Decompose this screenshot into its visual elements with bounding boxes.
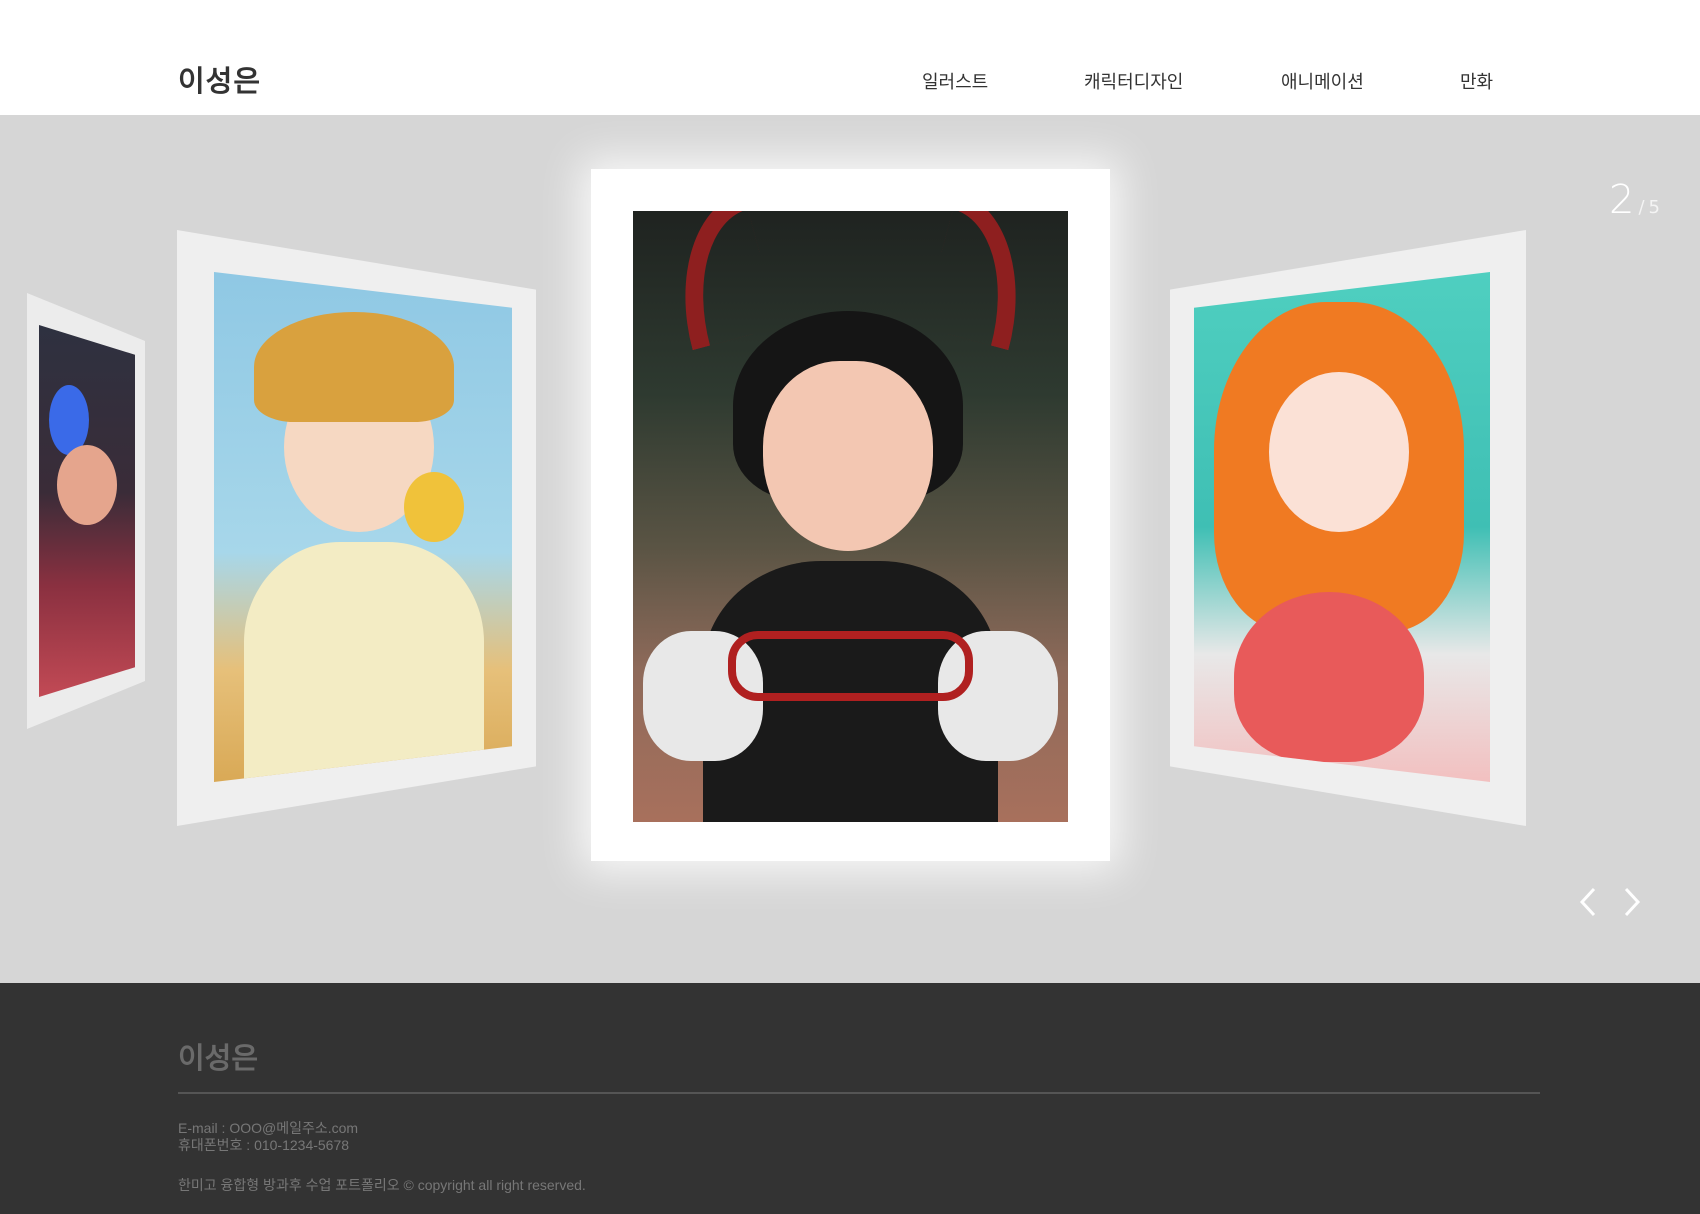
face-shape	[763, 361, 933, 551]
horn-shape	[921, 211, 1045, 351]
face-shape	[1269, 372, 1409, 532]
slide-current: 2	[1609, 177, 1635, 223]
site-footer: 이성은 E-mail : OOO@메일주소.com 휴대폰번호 : 010-12…	[0, 983, 1700, 1214]
chevron-left-icon[interactable]	[1576, 885, 1600, 919]
footer-phone: 휴대폰번호 : 010-1234-5678	[178, 1137, 350, 1153]
gallery-slide-right[interactable]	[1170, 230, 1526, 826]
artwork-image	[214, 272, 512, 782]
octopus-shape	[1234, 592, 1424, 762]
site-header: 이성은 일러스트 캐릭터디자인 애니메이션 만화	[0, 0, 1700, 115]
nav-item-illust[interactable]: 일러스트	[922, 68, 988, 94]
artwork-image	[39, 325, 135, 697]
chevron-right-icon[interactable]	[1620, 885, 1644, 919]
artwork-image	[1194, 272, 1490, 782]
artwork-image	[633, 211, 1068, 822]
hat-shape	[254, 312, 454, 422]
gallery-slide-active[interactable]	[591, 169, 1110, 861]
shirt-shape	[244, 542, 484, 782]
face-shape	[57, 445, 117, 525]
nav-item-animation[interactable]: 애니메이션	[1281, 68, 1364, 94]
site-logo[interactable]: 이성은	[178, 58, 261, 100]
slide-total: 5	[1648, 197, 1660, 218]
footer-divider	[178, 1092, 1540, 1094]
horn-shape	[656, 211, 780, 351]
gallery-carousel: 2/5	[0, 115, 1700, 983]
slide-counter: 2/5	[1609, 177, 1660, 223]
footer-logo: 이성은	[178, 1043, 259, 1075]
gallery-slide-far-left[interactable]	[27, 293, 145, 729]
footer-copyright: 한미고 융합형 방과후 수업 포트폴리오 © copyright all rig…	[178, 1177, 586, 1193]
nav-item-character-design[interactable]: 캐릭터디자인	[1084, 68, 1183, 94]
gallery-slide-left[interactable]	[177, 230, 536, 826]
bird-shape	[404, 472, 464, 542]
nav-item-comics[interactable]: 만화	[1460, 68, 1493, 94]
glasses-shape	[728, 631, 973, 701]
slide-separator: /	[1638, 197, 1645, 218]
